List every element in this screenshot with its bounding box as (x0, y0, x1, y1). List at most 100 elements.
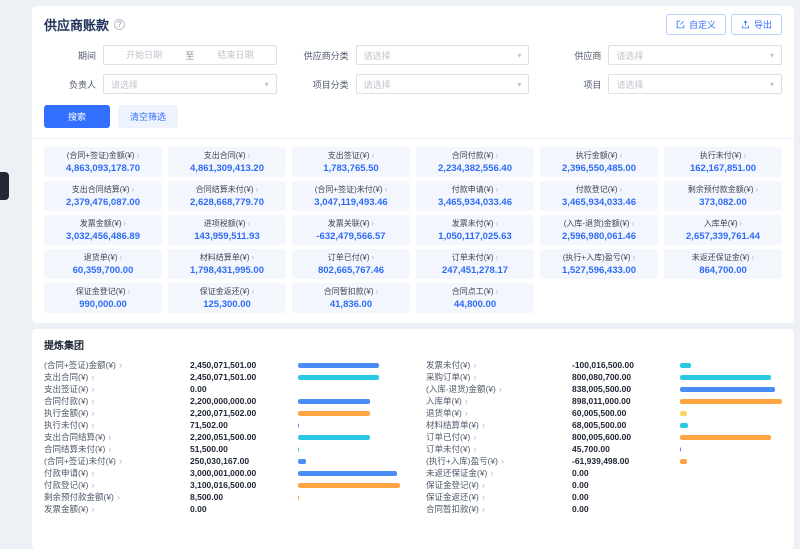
metric-card[interactable]: (执行+入库)盈亏(¥)›1,527,596,433.00 (540, 249, 658, 279)
metric-card[interactable]: 未返还保证金(¥)›864,700.00 (664, 249, 782, 279)
group-metric-row[interactable]: 合同付款(¥)›2,200,000,000.00 (44, 395, 400, 407)
metric-card[interactable]: 发票金额(¥)›3,032,456,486.89 (44, 215, 162, 245)
metric-card[interactable]: 支出合同(¥)›4,861,309,413.20 (168, 147, 286, 177)
metric-card[interactable]: 发票未付(¥)›1,050,117,025.63 (416, 215, 534, 245)
metric-value: 802,665,767.46 (294, 265, 408, 276)
chevron-right-icon: › (119, 360, 122, 370)
chevron-down-icon: ▾ (517, 51, 521, 60)
metric-label: 执行金额(¥)› (542, 150, 656, 161)
metric-value: 125,300.00 (170, 299, 284, 310)
metric-card[interactable]: 保证金返还(¥)› 125,300.00 (168, 283, 286, 313)
metric-card[interactable]: 支出合同结算(¥)›2,379,476,087.00 (44, 181, 162, 211)
metric-card[interactable]: 进项税额(¥)›143,959,511.93 (168, 215, 286, 245)
group-metric-row[interactable]: (合同+签证)金额(¥)›2,450,071,501.00 (44, 359, 400, 371)
metric-card[interactable]: 退货单(¥)›60,359,700.00 (44, 249, 162, 279)
chevron-right-icon: › (372, 219, 375, 228)
metric-card[interactable]: 剩余预付款金额(¥)›373,082.00 (664, 181, 782, 211)
group-metric-row[interactable]: 合同结算未付(¥)›51,500.00 (44, 443, 400, 455)
row-label: 剩余预付款金额(¥)› (44, 491, 190, 503)
filter-panel: 期间 至 供应商分类 请选择 ▾ 供应商 请选择 ▾ (44, 45, 782, 94)
metric-card[interactable]: (合同+签证)未付(¥)›3,047,119,493.46 (292, 181, 410, 211)
metric-label: 保证金返还(¥)› (170, 286, 284, 297)
group-metric-row[interactable]: 保证金登记(¥)›0.00 (426, 479, 782, 491)
metric-value: 990,000.00 (46, 299, 160, 310)
row-value: 250,030,167.00 (190, 456, 298, 466)
group-metric-row[interactable]: 付款登记(¥)›3,100,016,500.00 (44, 479, 400, 491)
group-metric-row[interactable]: 发票金额(¥)›0.00 (44, 503, 400, 515)
search-button[interactable]: 搜索 (44, 105, 110, 128)
supplier-category-select[interactable]: 请选择 ▾ (356, 45, 530, 65)
end-date-input[interactable] (202, 49, 268, 61)
group-metric-row[interactable]: (合同+签证)未付(¥)›250,030,167.00 (44, 455, 400, 467)
row-bar (680, 447, 782, 452)
metric-card[interactable]: (入库-退货)金额(¥)›2,596,980,061.46 (540, 215, 658, 245)
group-metric-row[interactable]: 材料结算单(¥)›68,005,500.00 (426, 419, 782, 431)
group-metric-row[interactable]: 付款申请(¥)›3,000,001,000.00 (44, 467, 400, 479)
row-value: 2,200,051,500.00 (190, 432, 298, 442)
metric-card[interactable]: 订单已付(¥)›802,665,767.46 (292, 249, 410, 279)
customize-button[interactable]: 自定义 (666, 14, 726, 35)
group-metric-row[interactable]: 保证金返还(¥)›0.00 (426, 491, 782, 503)
divider (32, 138, 794, 139)
group-metric-row[interactable]: 支出签证(¥)›0.00 (44, 383, 400, 395)
project-select[interactable]: 请选择 ▾ (608, 74, 782, 94)
row-bar (680, 495, 782, 500)
chevron-right-icon: › (119, 456, 122, 466)
filter-actions: 搜索 清空筛选 (44, 105, 782, 128)
date-range-input[interactable]: 至 (103, 45, 277, 65)
group-metric-row[interactable]: 入库单(¥)›898,011,000.00 (426, 395, 782, 407)
metric-card[interactable]: (合同+签证)金额(¥)›4,863,093,178.70 (44, 147, 162, 177)
row-label: 保证金登记(¥)› (426, 479, 572, 491)
metric-card[interactable]: 付款登记(¥)›3,465,934,033.46 (540, 181, 658, 211)
row-value: 2,450,071,501.00 (190, 360, 298, 370)
metric-label: 合同暂扣款(¥)› (294, 286, 408, 297)
group-metric-row[interactable]: 合同暂扣款(¥)›0.00 (426, 503, 782, 515)
chevron-right-icon: › (632, 219, 635, 228)
metric-card[interactable]: 付款申请(¥)›3,465,934,033.46 (416, 181, 534, 211)
group-column-right: 发票未付(¥)›-100,016,500.00采购订单(¥)›800,080,7… (426, 359, 782, 515)
select-placeholder: 请选择 (616, 78, 643, 91)
metric-card[interactable]: 订单未付(¥)›247,451,278.17 (416, 249, 534, 279)
row-value: 898,011,000.00 (572, 396, 680, 406)
metric-value: 2,396,550,485.00 (542, 163, 656, 174)
metric-card[interactable]: 入库单(¥)›2,657,339,761.44 (664, 215, 782, 245)
group-metric-row[interactable]: 支出合同结算(¥)›2,200,051,500.00 (44, 431, 400, 443)
metric-card[interactable]: 支出签证(¥)›1,783,765.50 (292, 147, 410, 177)
metric-card[interactable]: 执行金额(¥)› 2,396,550,485.00 (540, 147, 658, 177)
row-value: 45,700.00 (572, 444, 680, 454)
metric-card[interactable]: 合同暂扣款(¥)›41,836.00 (292, 283, 410, 313)
group-metric-row[interactable]: 采购订单(¥)›800,080,700.00 (426, 371, 782, 383)
group-metric-row[interactable]: 订单已付(¥)›800,005,600.00 (426, 431, 782, 443)
owner-select[interactable]: 请选择 ▾ (103, 74, 277, 94)
group-metric-row[interactable]: 剩余预付款金额(¥)›8,500.00 (44, 491, 400, 503)
group-metric-row[interactable]: 支出合同(¥)›2,450,071,501.00 (44, 371, 400, 383)
export-button[interactable]: 导出 (731, 14, 782, 35)
metric-value: 3,032,456,486.89 (46, 231, 160, 242)
group-metric-row[interactable]: (入库-退货)金额(¥)›838,005,500.00 (426, 383, 782, 395)
group-metric-row[interactable]: 执行未付(¥)›71,502.00 (44, 419, 400, 431)
metric-card[interactable]: 发票关联(¥)›-632,479,566.57 (292, 215, 410, 245)
row-label: 支出合同(¥)› (44, 371, 190, 383)
metric-card[interactable]: 合同付款(¥)›2,234,382,556.40 (416, 147, 534, 177)
group-metric-row[interactable]: 发票未付(¥)›-100,016,500.00 (426, 359, 782, 371)
row-bar (298, 447, 400, 452)
metric-card[interactable]: 保证金登记(¥)›990,000.00 (44, 283, 162, 313)
group-metric-row[interactable]: 订单未付(¥)›45,700.00 (426, 443, 782, 455)
metric-card[interactable]: 材料结算单(¥)›1,798,431,995.00 (168, 249, 286, 279)
row-label: 付款申请(¥)› (44, 467, 190, 479)
group-metric-row[interactable]: (执行+入库)盈亏(¥)›-61,939,498.00 (426, 455, 782, 467)
metric-card[interactable]: 合同结算未付(¥)›2,628,668,779.70 (168, 181, 286, 211)
start-date-input[interactable] (111, 49, 177, 61)
chevron-right-icon: › (91, 504, 94, 514)
chevron-down-icon: ▾ (770, 80, 774, 89)
sidebar-expand-handle[interactable] (0, 172, 9, 200)
metric-card[interactable]: 执行未付(¥)›162,167,851.00 (664, 147, 782, 177)
row-value: 60,005,500.00 (572, 408, 680, 418)
clear-filters-button[interactable]: 清空筛选 (118, 105, 178, 128)
group-metric-row[interactable]: 未返还保证金(¥)›0.00 (426, 467, 782, 479)
supplier-select[interactable]: 请选择 ▾ (608, 45, 782, 65)
project-category-select[interactable]: 请选择 ▾ (356, 74, 530, 94)
metric-card[interactable]: 合同点工(¥)›44,800.00 (416, 283, 534, 313)
chevron-right-icon: › (756, 185, 759, 194)
help-icon[interactable]: ? (114, 19, 125, 30)
